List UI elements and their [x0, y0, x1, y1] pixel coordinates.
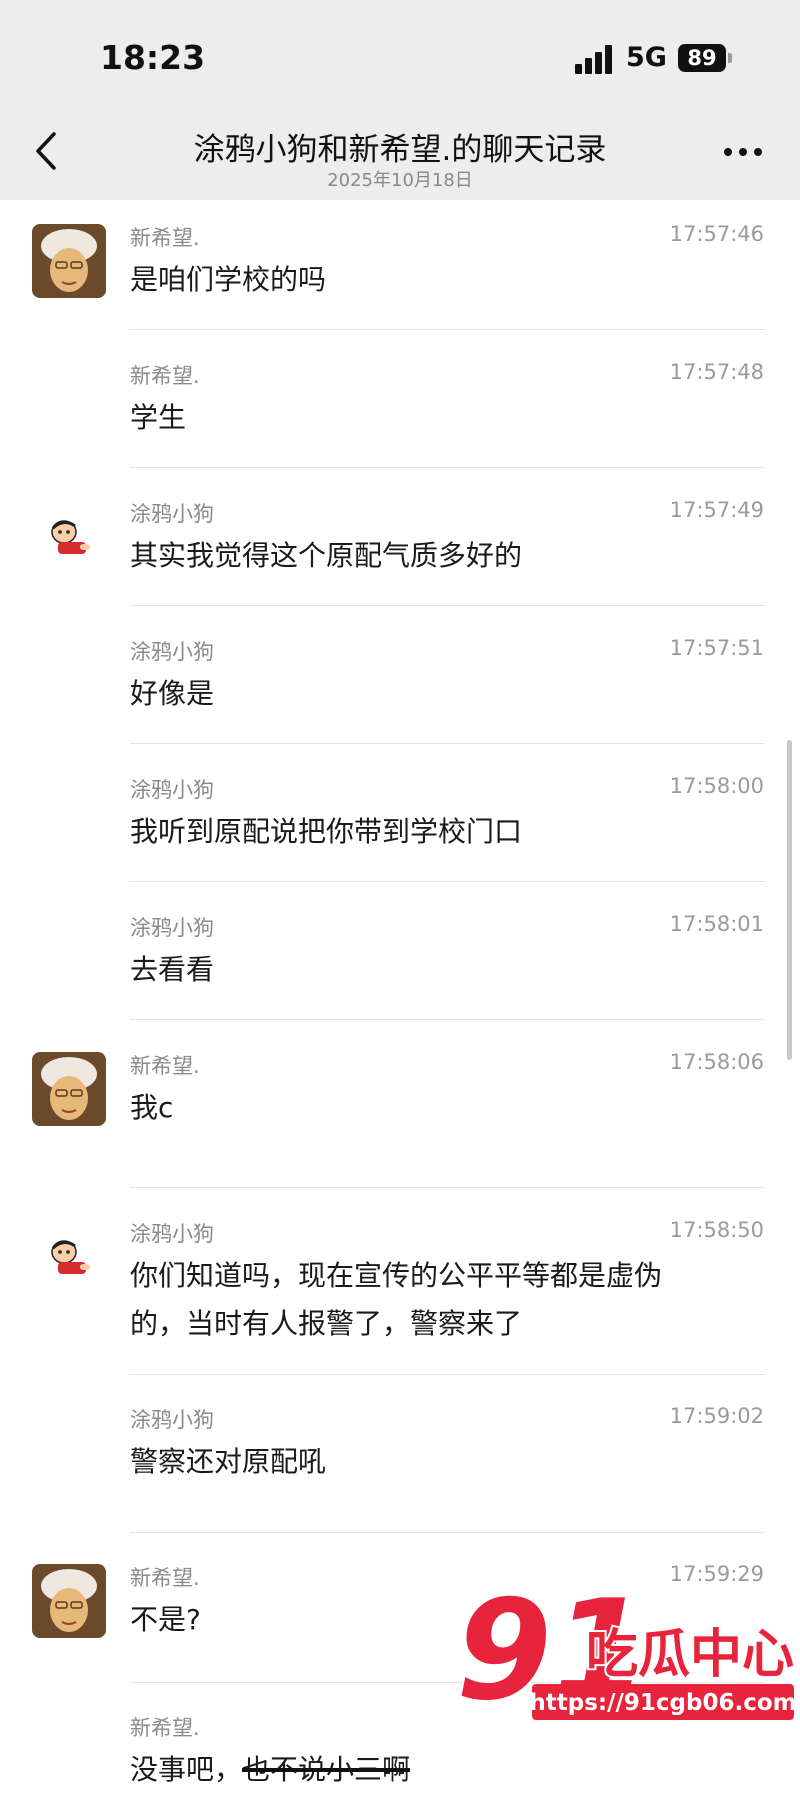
message-text: 我听到原配说把你带到学校门口	[130, 815, 523, 848]
divider	[130, 1532, 765, 1533]
divider	[130, 467, 765, 468]
status-time: 18:23	[100, 38, 206, 77]
cartoon-avatar-icon	[51, 520, 90, 554]
more-button[interactable]	[718, 140, 768, 164]
sender-name: 涂鸦小狗	[130, 778, 214, 802]
message-time: 17:57:51	[669, 636, 764, 660]
sender-name: 涂鸦小狗	[130, 916, 214, 940]
message-text-line2: 的，当时有人报警了，警察来了	[130, 1307, 523, 1340]
message-text: 学生	[130, 401, 187, 434]
message-time: 17:58:01	[669, 912, 764, 936]
message-time: 17:58:00	[669, 774, 764, 798]
scrollbar[interactable]	[787, 740, 792, 1060]
avatar-elder[interactable]	[32, 224, 106, 298]
avatar-elder[interactable]	[32, 1052, 106, 1126]
sender-name: 涂鸦小狗	[130, 1408, 214, 1432]
elder-avatar-icon	[32, 1564, 106, 1638]
chat-header: 涂鸦小狗和新希望.的聊天记录 2025年10月18日	[0, 110, 800, 200]
message-text: 我c	[130, 1091, 174, 1124]
sender-name: 新希望.	[130, 1566, 200, 1590]
sender-name: 涂鸦小狗	[130, 502, 214, 526]
avatar-cartoon[interactable]	[44, 514, 94, 564]
divider	[130, 743, 765, 744]
battery-icon: 89	[678, 44, 726, 72]
watermark-url: https://91cgb06.com	[529, 1690, 796, 1716]
status-bar: 18:23 5G 89	[0, 0, 800, 110]
page-date: 2025年10月18日	[327, 170, 473, 191]
message-time: 17:59:02	[669, 1404, 764, 1428]
page-title: 涂鸦小狗和新希望.的聊天记录	[193, 132, 607, 168]
signal-icon	[575, 44, 617, 74]
message-text-struck: 也不说小三啊	[242, 1753, 411, 1786]
divider	[130, 1374, 765, 1375]
divider	[130, 1187, 765, 1188]
watermark-name: 吃瓜中心	[586, 1625, 794, 1685]
avatar-elder[interactable]	[32, 1564, 106, 1638]
elder-avatar-icon	[32, 1052, 106, 1126]
sender-name: 新希望.	[130, 226, 200, 250]
message-text-plain: 没事吧，	[130, 1753, 243, 1786]
watermark-logo: 91 吃瓜中心 https://91cgb06.com	[454, 1568, 797, 1733]
message-text: 好像是	[130, 677, 215, 710]
message-text: 警察还对原配吼	[130, 1445, 327, 1478]
message-text: 是咱们学校的吗	[130, 263, 327, 296]
avatar-cartoon[interactable]	[44, 1234, 94, 1284]
sender-name: 涂鸦小狗	[130, 1222, 214, 1246]
message-time: 17:58:06	[669, 1050, 764, 1074]
sender-name: 新希望.	[130, 1054, 200, 1078]
watermark: 91 吃瓜中心 https://91cgb06.com	[448, 1568, 798, 1736]
message-time: 17:57:46	[669, 222, 764, 246]
sender-name: 新希望.	[130, 364, 200, 388]
network-type: 5G	[626, 42, 667, 73]
sender-name: 新希望.	[130, 1716, 200, 1740]
message-time: 17:57:48	[669, 360, 764, 384]
message-text: 其实我觉得这个原配气质多好的	[130, 539, 523, 572]
divider	[130, 1019, 765, 1020]
sender-name: 涂鸦小狗	[130, 640, 214, 664]
message-text-line1: 你们知道吗，现在宣传的公平平等都是虚伪	[130, 1259, 663, 1292]
divider	[130, 605, 765, 606]
message-time: 17:57:49	[669, 498, 764, 522]
message-text: 没事吧，也不说小三啊	[130, 1746, 770, 1794]
cartoon-avatar-icon	[51, 1240, 90, 1274]
battery-tip	[728, 53, 732, 63]
divider	[130, 329, 765, 330]
message-text: 去看看	[130, 953, 215, 986]
elder-avatar-icon	[32, 224, 106, 298]
divider	[130, 881, 765, 882]
message-time: 17:58:50	[669, 1218, 764, 1242]
